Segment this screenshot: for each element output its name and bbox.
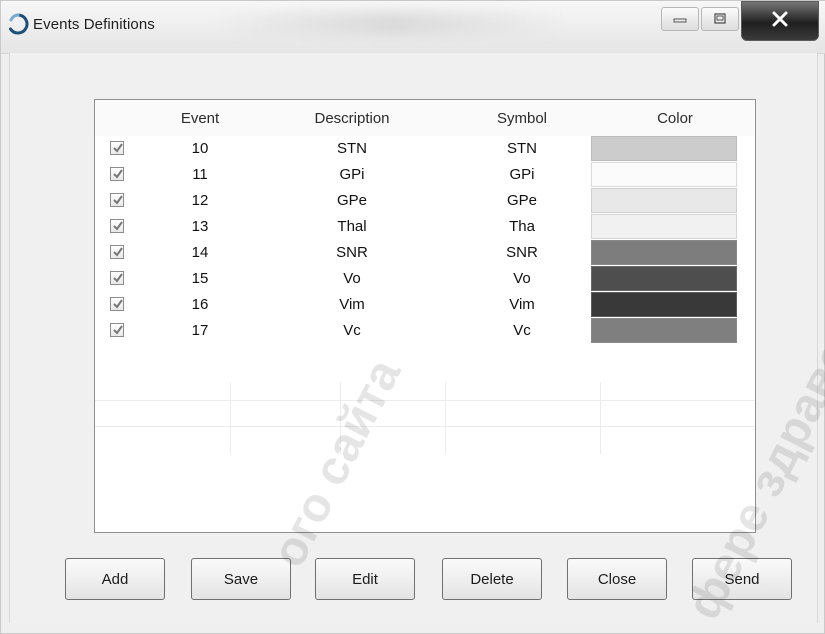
minimize-icon (668, 9, 692, 29)
color-swatch[interactable] (591, 266, 737, 291)
description-cell: Vc (343, 322, 361, 339)
grid-line (95, 400, 755, 401)
save-button[interactable]: Save (191, 558, 291, 600)
table-row[interactable]: 11 GPi GPi (95, 162, 755, 188)
checkmark-icon (113, 143, 123, 153)
edit-button[interactable]: Edit (315, 558, 415, 600)
checkmark-icon (113, 273, 123, 283)
checkmark-icon (113, 221, 123, 231)
faint-table-grid (95, 382, 755, 462)
close-window-button[interactable] (741, 1, 819, 41)
description-cell: Vo (343, 270, 361, 287)
event-cell: 12 (191, 192, 209, 209)
row-checkbox[interactable] (110, 271, 124, 285)
event-cell: 11 (192, 166, 208, 183)
checkmark-icon (113, 299, 123, 309)
description-cell: Vim (339, 296, 365, 313)
table-row[interactable]: 12 GPe GPe (95, 188, 755, 214)
description-cell: STN (337, 140, 367, 157)
symbol-cell: Vim (509, 296, 535, 313)
description-column-header: Description (314, 110, 390, 127)
minimize-button[interactable] (661, 7, 699, 31)
close-icon (748, 7, 812, 35)
event-cell: 17 (191, 322, 209, 339)
event-cell: 10 (191, 140, 209, 157)
description-cell: GPe (336, 192, 367, 209)
table-header: Event Description Symbol Color (95, 100, 755, 136)
table-row[interactable]: 17 Vc Vc (95, 318, 755, 344)
grid-line (445, 382, 446, 454)
description-cell: SNR (336, 244, 368, 261)
symbol-column-header: Symbol (496, 110, 548, 127)
close-button[interactable]: Close (567, 558, 667, 600)
event-cell: 13 (191, 218, 209, 235)
description-cell: GPi (339, 166, 365, 183)
checkmark-icon (113, 195, 123, 205)
color-swatch[interactable] (591, 214, 737, 239)
color-swatch[interactable] (591, 136, 737, 161)
checkmark-icon (113, 247, 123, 257)
event-cell: 14 (191, 244, 209, 261)
event-cell: 16 (191, 296, 209, 313)
row-checkbox[interactable] (110, 167, 124, 181)
color-swatch[interactable] (591, 292, 737, 317)
symbol-cell: GPe (506, 192, 537, 209)
symbol-cell: STN (507, 140, 537, 157)
row-checkbox[interactable] (110, 297, 124, 311)
color-swatch[interactable] (591, 318, 737, 343)
title-bar: Events Definitions (1, 1, 825, 54)
title-bar-blurred-background (211, 11, 571, 35)
symbol-cell: Vc (513, 322, 531, 339)
grid-line (340, 382, 341, 454)
dialog-content: Event Description Symbol Color 10 STN ST… (9, 53, 818, 623)
grid-line (95, 426, 755, 427)
row-checkbox[interactable] (110, 219, 124, 233)
row-checkbox[interactable] (110, 193, 124, 207)
spinner-icon (7, 13, 29, 35)
table-row[interactable]: 15 Vo Vo (95, 266, 755, 292)
grid-line (600, 382, 601, 454)
checkmark-icon (113, 169, 123, 179)
color-swatch[interactable] (591, 188, 737, 213)
symbol-cell: GPi (509, 166, 535, 183)
table-row[interactable]: 16 Vim Vim (95, 292, 755, 318)
grid-line (230, 382, 231, 454)
table-row[interactable]: 14 SNR SNR (95, 240, 755, 266)
symbol-cell: Vo (513, 270, 531, 287)
maximize-icon (708, 9, 732, 29)
delete-button[interactable]: Delete (442, 558, 542, 600)
table-row[interactable]: 10 STN STN (95, 136, 755, 162)
row-checkbox[interactable] (110, 323, 124, 337)
color-swatch[interactable] (591, 162, 737, 187)
row-checkbox[interactable] (110, 245, 124, 259)
event-cell: 15 (191, 270, 209, 287)
row-checkbox[interactable] (110, 141, 124, 155)
table-row[interactable]: 13 Thal Tha (95, 214, 755, 240)
checkmark-icon (113, 325, 123, 335)
description-cell: Thal (337, 218, 367, 235)
window-title: Events Definitions (33, 16, 155, 33)
color-column-header: Color (657, 110, 693, 127)
add-button[interactable]: Add (65, 558, 165, 600)
events-definitions-window: Events Definitions Event Description Sym… (0, 0, 825, 634)
events-table: Event Description Symbol Color 10 STN ST… (94, 99, 756, 533)
send-button[interactable]: Send (692, 558, 792, 600)
symbol-cell: SNR (506, 244, 538, 261)
color-swatch[interactable] (591, 240, 737, 265)
maximize-button[interactable] (701, 7, 739, 31)
event-column-header: Event (180, 110, 220, 127)
symbol-cell: Tha (509, 218, 535, 235)
